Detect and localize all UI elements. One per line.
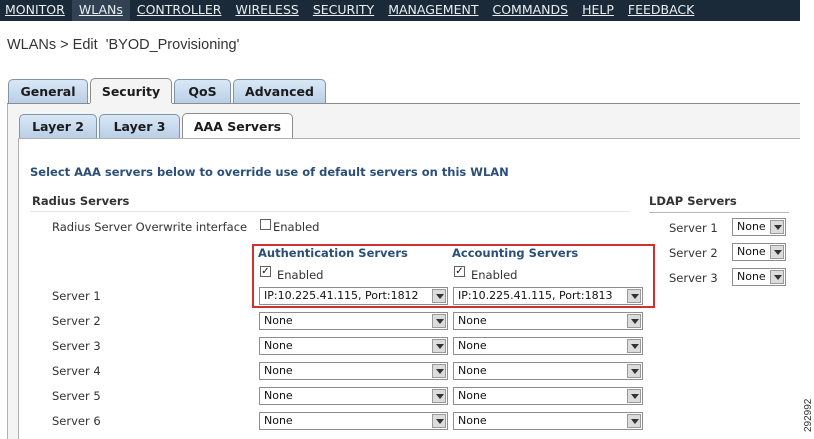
ldap-server-3-value: None [737,270,766,283]
server-2-acct-value: None [458,314,487,327]
server-5-auth-value: None [264,389,293,402]
subtab-aaa-servers[interactable]: AAA Servers [182,113,293,138]
menu-management[interactable]: MANAGEMENT [381,0,485,21]
chevron-down-icon [627,389,641,403]
tab-qos[interactable]: QoS [174,79,231,103]
instruction-text: Select AAA servers below to override use… [30,165,509,179]
chevron-down-icon [627,339,641,353]
server-2-auth-value: None [264,314,293,327]
server-3-acct-select[interactable]: None [453,337,643,355]
tab-baseline-left [7,103,90,104]
server-3-acct-value: None [458,339,487,352]
tab-security[interactable]: Security [90,78,172,103]
server-4-label: Server 4 [52,364,101,378]
menu-wlans[interactable]: WLANs [71,0,130,21]
server-1-acct-value: IP:10.225.41.115, Port:1813 [458,289,613,302]
ldap-servers-heading: LDAP Servers [649,194,737,208]
radius-divider [30,211,630,212]
subtab-layer2[interactable]: Layer 2 [19,114,97,138]
ldap-server-3-select[interactable]: None [732,268,786,286]
chevron-down-icon [432,364,446,378]
server-1-auth-value: IP:10.225.41.115, Port:1812 [264,289,419,302]
server-6-label: Server 6 [52,414,101,428]
server-3-auth-value: None [264,339,293,352]
page-title: WLANs > Edit 'BYOD_Provisioning' [7,37,240,53]
server-5-acct-select[interactable]: None [453,387,643,405]
server-6-auth-value: None [264,414,293,427]
ldap-server-1-select[interactable]: None [732,218,786,236]
menu-help[interactable]: HELP [575,0,621,21]
ldap-server-3-label: Server 3 [669,271,718,285]
menu-monitor[interactable]: MONITOR [0,0,72,21]
server-3-auth-select[interactable]: None [259,337,448,355]
server-1-acct-select[interactable]: IP:10.225.41.115, Port:1813 [453,287,643,305]
chevron-down-icon [627,289,641,303]
figure-code: 292992 [803,398,814,432]
radius-overwrite-checkbox[interactable] [260,219,271,230]
chevron-down-icon [432,339,446,353]
chevron-down-icon [627,414,641,428]
server-5-acct-value: None [458,389,487,402]
radius-servers-heading: Radius Servers [32,194,130,208]
ldap-server-2-value: None [737,245,766,258]
tab-general[interactable]: General [8,79,88,103]
chevron-down-icon [770,220,784,234]
chevron-down-icon [770,245,784,259]
chevron-down-icon [432,389,446,403]
tab-advanced[interactable]: Advanced [233,79,326,103]
server-2-auth-select[interactable]: None [259,312,448,330]
menu-commands[interactable]: COMMANDS [485,0,575,21]
ldap-server-2-label: Server 2 [669,246,718,260]
tab-baseline-right [172,103,800,104]
chevron-down-icon [432,289,446,303]
menu-security[interactable]: SECURITY [306,0,381,21]
top-menu-bar: MONITOR WLANs CONTROLLER WIRELESS SECURI… [0,0,800,21]
server-6-auth-select[interactable]: None [259,412,448,430]
server-2-label: Server 2 [52,314,101,328]
menu-controller[interactable]: CONTROLLER [130,0,229,21]
subtab-layer3[interactable]: Layer 3 [99,114,180,138]
server-2-acct-select[interactable]: None [453,312,643,330]
chevron-down-icon [770,270,784,284]
server-4-acct-value: None [458,364,487,377]
ldap-divider [649,212,789,213]
server-6-acct-value: None [458,414,487,427]
chevron-down-icon [432,414,446,428]
server-4-auth-value: None [264,364,293,377]
server-3-label: Server 3 [52,339,101,353]
ldap-server-2-select[interactable]: None [732,243,786,261]
menu-wireless[interactable]: WIRELESS [228,0,305,21]
server-4-auth-select[interactable]: None [259,362,448,380]
server-1-auth-select[interactable]: IP:10.225.41.115, Port:1812 [259,287,448,305]
ldap-server-1-label: Server 1 [669,221,718,235]
server-5-label: Server 5 [52,389,101,403]
menu-feedback[interactable]: FEEDBACK [621,0,701,21]
ldap-server-1-value: None [737,220,766,233]
server-6-acct-select[interactable]: None [453,412,643,430]
server-1-label: Server 1 [52,289,101,303]
radius-overwrite-label: Radius Server Overwrite interface [52,220,248,234]
radius-overwrite-enabled-label: Enabled [273,220,320,234]
chevron-down-icon [627,364,641,378]
chevron-down-icon [627,314,641,328]
server-5-auth-select[interactable]: None [259,387,448,405]
server-4-acct-select[interactable]: None [453,362,643,380]
chevron-down-icon [432,314,446,328]
